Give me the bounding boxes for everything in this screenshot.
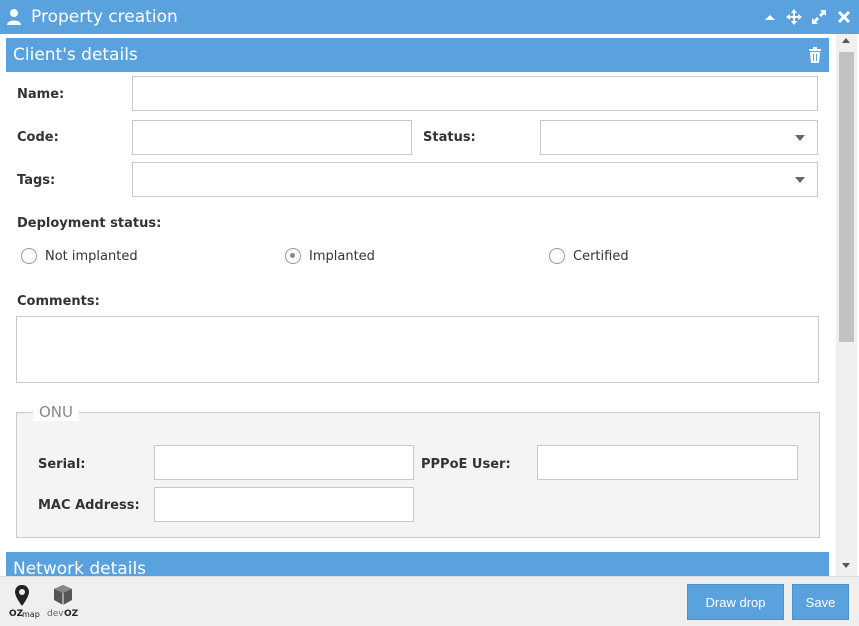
pppoe-user-input[interactable] xyxy=(537,445,798,480)
devoz-logo-text-b: OZ xyxy=(64,609,79,619)
code-input[interactable] xyxy=(132,120,412,155)
box-icon xyxy=(54,585,72,605)
devoz-logo-text-a: dev xyxy=(47,609,64,619)
serial-label: Serial: xyxy=(38,457,86,472)
deployment-status-label: Deployment status: xyxy=(17,216,162,231)
code-label: Code: xyxy=(17,130,59,145)
window-titlebar: Property creation xyxy=(0,0,859,34)
radio-not-implanted[interactable]: Not implanted xyxy=(21,248,138,264)
radio-label: Not implanted xyxy=(45,248,138,264)
radio-implanted[interactable]: Implanted xyxy=(285,248,375,264)
onu-legend: ONU xyxy=(33,403,80,421)
network-details-title: Network details xyxy=(13,559,147,576)
comments-label: Comments: xyxy=(17,294,100,309)
user-icon xyxy=(7,9,21,25)
radio-circle[interactable] xyxy=(21,248,37,264)
radio-label: Certified xyxy=(573,248,629,264)
name-label: Name: xyxy=(17,87,65,102)
trash-icon[interactable] xyxy=(808,47,822,63)
devoz-logo[interactable]: dev OZ xyxy=(46,582,80,622)
window-footer: OZ map dev OZ Draw drop Save xyxy=(0,576,859,626)
client-details-title: Client's details xyxy=(13,45,138,65)
client-details-header[interactable]: Client's details xyxy=(6,38,829,72)
map-pin-icon xyxy=(15,585,29,606)
network-details-header[interactable]: Network details xyxy=(6,552,829,576)
scroll-down-arrow-icon[interactable] xyxy=(842,563,850,568)
onu-fieldset: ONU Serial: PPPoE User: MAC Address: xyxy=(16,403,820,538)
status-label: Status: xyxy=(423,130,476,145)
draw-drop-button[interactable]: Draw drop xyxy=(687,584,784,620)
radio-certified[interactable]: Certified xyxy=(549,248,629,264)
comments-textarea[interactable] xyxy=(16,316,819,383)
name-input[interactable] xyxy=(132,76,818,111)
serial-input[interactable] xyxy=(154,445,414,480)
window-title: Property creation xyxy=(31,7,178,27)
scroll-up-arrow-icon[interactable] xyxy=(842,38,850,43)
move-icon[interactable] xyxy=(785,8,803,26)
radio-circle-checked[interactable] xyxy=(285,248,301,264)
tags-select[interactable] xyxy=(132,162,818,197)
chevron-down-icon xyxy=(795,135,805,141)
pppoe-user-label: PPPoE User: xyxy=(421,457,511,472)
close-icon[interactable] xyxy=(835,8,853,26)
mac-address-input[interactable] xyxy=(154,487,414,522)
chevron-up-icon[interactable] xyxy=(761,8,779,26)
vertical-scrollbar[interactable] xyxy=(836,34,857,576)
chevron-down-icon xyxy=(795,177,805,183)
tags-label: Tags: xyxy=(17,173,56,188)
form-content: Client's details Name: Code: Status: Tag… xyxy=(0,34,859,576)
radio-circle[interactable] xyxy=(549,248,565,264)
save-button[interactable]: Save xyxy=(792,584,849,620)
radio-label: Implanted xyxy=(309,248,375,264)
ozmap-logo[interactable]: OZ map xyxy=(8,582,40,622)
scroll-thumb[interactable] xyxy=(839,52,854,342)
mac-address-label: MAC Address: xyxy=(38,498,140,513)
status-select[interactable] xyxy=(540,120,818,155)
expand-icon[interactable] xyxy=(810,8,828,26)
ozmap-logo-text-b: map xyxy=(22,610,40,619)
